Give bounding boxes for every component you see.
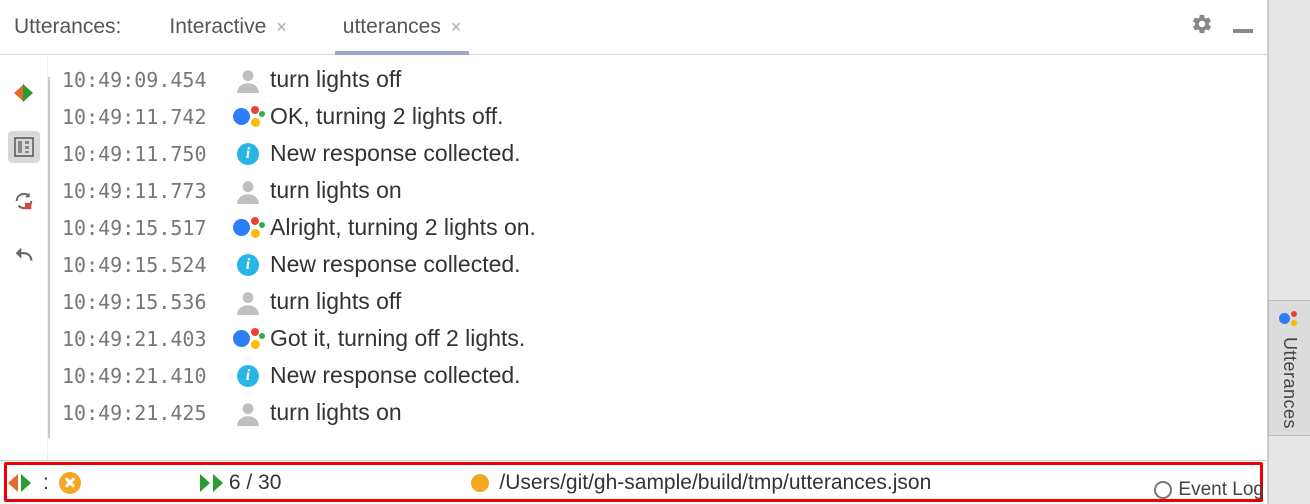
assistant-icon (226, 105, 270, 129)
user-icon (226, 289, 270, 315)
timestamp: 10:49:11.773 (56, 179, 226, 203)
timestamp: 10:49:21.410 (56, 364, 226, 388)
layout-button[interactable] (8, 131, 40, 163)
close-icon[interactable]: × (276, 17, 287, 38)
file-indicator: /Users/git/gh-sample/build/tmp/utterance… (471, 471, 931, 495)
log-row[interactable]: 10:49:09.454 turn lights off (56, 61, 1267, 98)
log-message: Alright, turning 2 lights on. (270, 214, 536, 241)
undo-button[interactable] (8, 239, 40, 271)
event-log-icon (1154, 481, 1172, 499)
tab-interactive[interactable]: Interactive × (161, 0, 294, 54)
event-log-button[interactable]: Event Log (1154, 476, 1264, 504)
log-row[interactable]: 10:49:15.536 turn lights off (56, 283, 1267, 320)
modified-dot-icon (471, 474, 489, 492)
timestamp: 10:49:15.517 (56, 216, 226, 240)
log-row[interactable]: 10:49:11.773 turn lights on (56, 172, 1267, 209)
log-message: New response collected. (270, 362, 521, 389)
timestamp: 10:49:21.403 (56, 327, 226, 351)
log-message: turn lights on (270, 177, 402, 204)
log-row[interactable]: 10:49:15.524iNew response collected. (56, 246, 1267, 283)
log-row[interactable]: 10:49:21.425 turn lights on (56, 394, 1267, 431)
log-message: turn lights on (270, 399, 402, 426)
user-icon (226, 67, 270, 93)
colon-label: : (43, 471, 49, 495)
log-row[interactable]: 10:49:11.742 OK, turning 2 lights off. (56, 98, 1267, 135)
timestamp: 10:49:11.742 (56, 105, 226, 129)
tabs: Interactive × utterances × (161, 0, 469, 54)
event-log-label: Event Log (1178, 479, 1264, 501)
cancel-icon[interactable] (59, 472, 81, 494)
log-row[interactable]: 10:49:11.750iNew response collected. (56, 135, 1267, 172)
right-sidebar: Utterances (1268, 0, 1310, 504)
minimize-icon[interactable] (1233, 15, 1253, 39)
progress-counter: 6 / 30 (229, 471, 282, 495)
assistant-icon (1279, 311, 1301, 329)
timestamp: 10:49:15.524 (56, 253, 226, 277)
left-toolbar (0, 55, 48, 460)
log-view[interactable]: 10:49:09.454 turn lights off 10:49:11.742 O… (56, 55, 1267, 460)
log-message: Got it, turning off 2 lights. (270, 325, 525, 352)
play-indicator-icon[interactable] (8, 474, 31, 492)
log-row[interactable]: 10:49:21.403 Got it, turning off 2 lights… (56, 320, 1267, 357)
rerun-button[interactable] (8, 185, 40, 217)
log-row[interactable]: 10:49:21.410iNew response collected. (56, 357, 1267, 394)
timestamp: 10:49:15.536 (56, 290, 226, 314)
gear-icon[interactable] (1191, 13, 1213, 41)
sidebar-tab-utterances[interactable]: Utterances (1268, 300, 1310, 436)
info-icon: i (226, 254, 270, 276)
user-icon (226, 178, 270, 204)
user-icon (226, 400, 270, 426)
log-message: New response collected. (270, 140, 521, 167)
tab-label: utterances (343, 15, 441, 39)
log-message: turn lights off (270, 288, 401, 315)
step-toggle-button[interactable] (8, 77, 40, 109)
panel-header: Utterances: Interactive × utterances × (0, 0, 1267, 55)
log-message: OK, turning 2 lights off. (270, 103, 504, 130)
info-icon: i (226, 143, 270, 165)
close-icon[interactable]: × (451, 17, 462, 38)
tab-utterances[interactable]: utterances × (335, 0, 470, 54)
assistant-icon (226, 327, 270, 351)
log-row[interactable]: 10:49:15.517 Alright, turning 2 lights on… (56, 209, 1267, 246)
sidebar-tab-label: Utterances (1279, 337, 1300, 429)
info-icon: i (226, 365, 270, 387)
file-path: /Users/git/gh-sample/build/tmp/utterance… (499, 471, 931, 495)
log-message: turn lights off (270, 66, 401, 93)
timestamp: 10:49:11.750 (56, 142, 226, 166)
status-bar: : 6 / 30 /Users/git/gh-sample/build/tmp/… (0, 460, 1267, 504)
timestamp: 10:49:09.454 (56, 68, 226, 92)
log-message: New response collected. (270, 251, 521, 278)
fast-forward-icon[interactable]: 6 / 30 (201, 471, 282, 495)
assistant-icon (226, 216, 270, 240)
tab-label: Interactive (169, 15, 266, 39)
panel-title: Utterances: (14, 15, 121, 39)
timestamp: 10:49:21.425 (56, 401, 226, 425)
